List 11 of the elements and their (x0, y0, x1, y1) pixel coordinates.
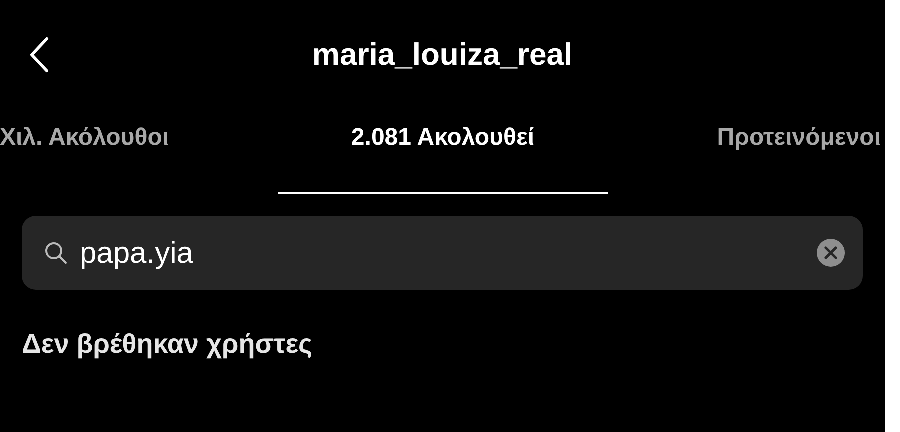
tab[interactable]: Χιλ. Ακόλουθοι (0, 106, 262, 194)
profile-username: maria_louiza_real (312, 36, 573, 72)
clear-icon[interactable] (817, 239, 845, 267)
search-icon (44, 241, 68, 265)
no-users-message: Δεν βρέθηκαν χρήστες (22, 329, 313, 359)
tab[interactable]: Προτεινόμενοι (624, 106, 885, 194)
search-input[interactable]: papa.yia (80, 230, 805, 276)
search-field[interactable]: papa.yia (22, 216, 863, 290)
tab[interactable]: 2.081 Ακολουθεί (278, 106, 608, 194)
back-icon (28, 36, 50, 74)
back-button[interactable] (28, 36, 50, 74)
